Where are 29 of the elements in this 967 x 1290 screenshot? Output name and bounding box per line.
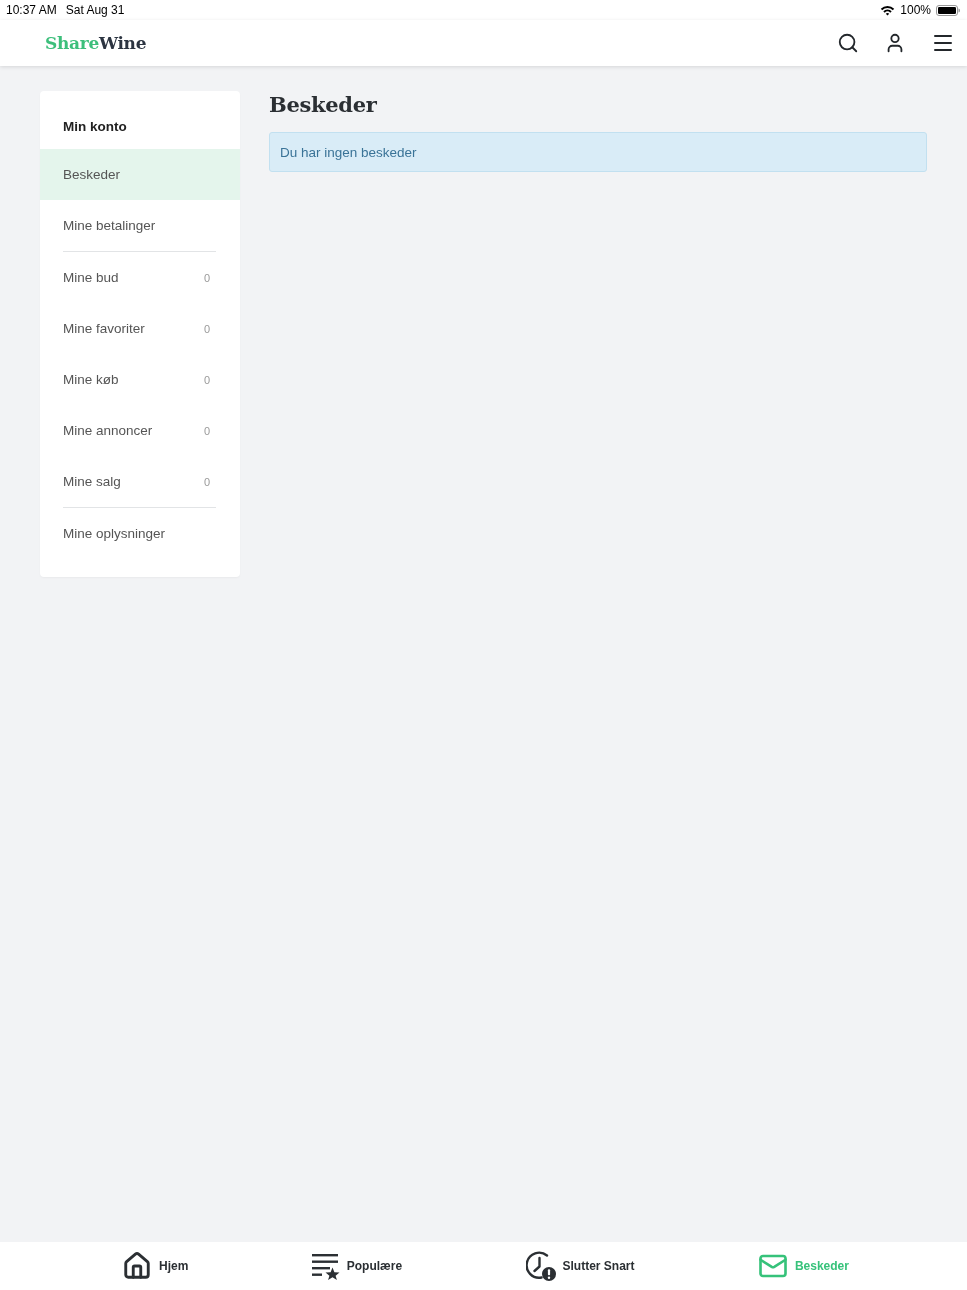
item-count: 0 bbox=[203, 475, 210, 488]
battery-percent: 100% bbox=[900, 3, 931, 17]
battery-icon bbox=[936, 4, 960, 16]
home-icon bbox=[122, 1251, 152, 1281]
sidebar-item[interactable]: Mine køb 0 bbox=[40, 354, 240, 405]
status-time: 10:37 AM bbox=[6, 3, 57, 17]
sidebar-item[interactable]: Beskeder bbox=[40, 149, 240, 200]
nav-tab[interactable]: Hjem bbox=[122, 1251, 189, 1281]
sidebar-item[interactable]: Mine annoncer 0 bbox=[40, 405, 240, 456]
sidebar-item[interactable]: Mine oplysninger bbox=[40, 508, 240, 559]
item-count: 0 bbox=[203, 322, 210, 335]
nav-tab[interactable]: Slutter Snart bbox=[525, 1251, 635, 1281]
brand-logo[interactable]: ShareWine bbox=[45, 32, 147, 54]
search-icon[interactable] bbox=[837, 32, 859, 54]
info-alert: Du har ingen beskeder bbox=[269, 132, 927, 172]
item-count: 0 bbox=[203, 373, 210, 386]
sidebar-title: Min konto bbox=[62, 118, 128, 136]
wifi-icon bbox=[880, 4, 896, 16]
item-count: 0 bbox=[203, 424, 210, 437]
nav-tab[interactable]: Populære bbox=[311, 1252, 403, 1280]
sidebar-item[interactable]: Mine favoriter 0 bbox=[40, 303, 240, 354]
sidebar-item[interactable]: Mine salg 0 bbox=[40, 456, 240, 507]
page-title: Beskeder bbox=[269, 92, 378, 118]
sidebar-item[interactable]: Mine bud 0 bbox=[40, 252, 240, 303]
list-star-icon bbox=[311, 1252, 340, 1280]
item-count: 0 bbox=[203, 271, 210, 284]
status-date: Sat Aug 31 bbox=[65, 3, 125, 17]
clock-alert-icon bbox=[525, 1251, 556, 1281]
sidebar-item[interactable]: Mine betalinger bbox=[40, 200, 240, 251]
